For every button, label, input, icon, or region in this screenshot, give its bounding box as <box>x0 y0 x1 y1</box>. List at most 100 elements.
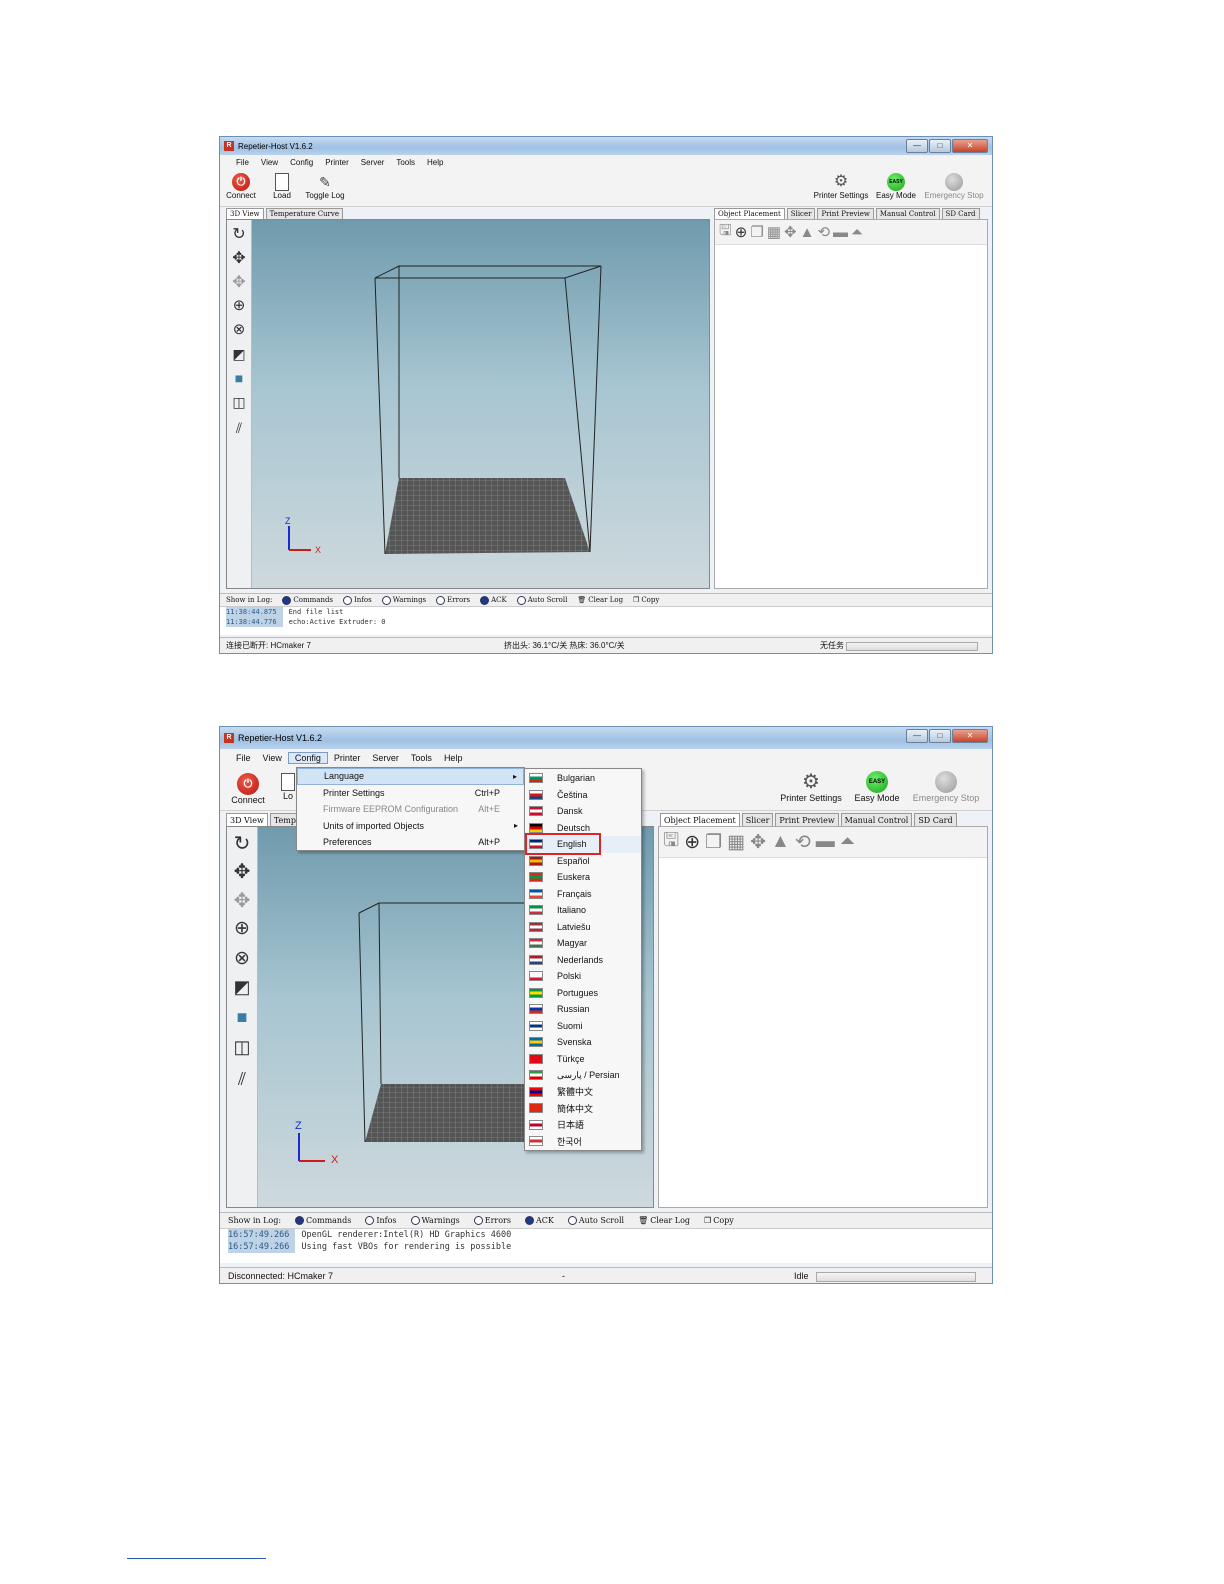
minimize-button[interactable]: — <box>906 729 928 743</box>
printer-settings-button[interactable]: ⚙ Printer Settings <box>812 173 870 200</box>
printer-settings-button[interactable]: ⚙ Printer Settings <box>776 771 846 803</box>
tab-sd-card[interactable]: SD Card <box>914 813 957 826</box>
menu-view[interactable]: View <box>257 753 288 763</box>
tab-3d-view[interactable]: 3D View <box>226 208 264 219</box>
language-latvie-u[interactable]: Latviešu <box>525 919 641 936</box>
language-e-tina[interactable]: Čeština <box>525 787 641 804</box>
menu-help[interactable]: Help <box>421 158 449 167</box>
mirror-icon[interactable]: ⏶ <box>840 831 855 853</box>
autoposition-icon[interactable]: ▦ <box>727 831 745 854</box>
tab-print-preview[interactable]: Print Preview <box>817 208 874 219</box>
language-item[interactable]: 簡体中文 <box>525 1100 641 1117</box>
menu-server[interactable]: Server <box>355 158 391 167</box>
scale-icon[interactable]: ▲ <box>800 224 815 241</box>
tab-slicer[interactable]: Slicer <box>741 813 774 826</box>
mirror-icon[interactable]: ⏶ <box>851 224 863 241</box>
log-filter-errors[interactable]: Errors <box>436 595 470 605</box>
menu-file[interactable]: File <box>230 753 257 763</box>
autoposition-icon[interactable]: ▦ <box>767 223 781 241</box>
language-magyar[interactable]: Magyar <box>525 935 641 952</box>
menu-printer[interactable]: Printer <box>328 753 367 763</box>
maximize-button[interactable]: □ <box>929 729 951 743</box>
language-russian[interactable]: Russian <box>525 1001 641 1018</box>
menu-tools[interactable]: Tools <box>390 158 421 167</box>
3d-view[interactable]: ↻ ✥ ✥ ⊕ ⊗ ◩ ■ ◫ ⫽ Z X <box>226 219 710 589</box>
language-t-rk-e[interactable]: Türkçe <box>525 1051 641 1068</box>
log-filter-infos[interactable]: Infos <box>365 1216 397 1225</box>
copy-icon[interactable]: ❐ <box>705 831 722 854</box>
clear-log-button[interactable]: 🗑 Clear Log <box>577 596 623 604</box>
config-menu-preferences[interactable]: Preferences Alt+P <box>297 834 524 851</box>
log-filter-warnings[interactable]: Warnings <box>381 595 426 605</box>
language-persian[interactable]: پارسی / Persian <box>525 1067 641 1084</box>
log-filter-errors[interactable]: Errors <box>473 1216 511 1225</box>
config-menu-units-of-imported-objects[interactable]: Units of imported Objects ▸ <box>297 818 524 835</box>
cut-icon[interactable]: ▬ <box>816 831 835 853</box>
tab-manual-control[interactable]: Manual Control <box>840 813 913 826</box>
close-button[interactable]: ✕ <box>952 729 988 743</box>
language-item[interactable]: 한국어 <box>525 1133 641 1150</box>
config-menu-printer-settings[interactable]: Printer Settings Ctrl+P <box>297 785 524 802</box>
easy-mode-button[interactable]: EASY Easy Mode <box>874 173 918 200</box>
tab-temperature-curve[interactable]: Temperature Curve <box>265 208 344 219</box>
language-svenska[interactable]: Svenska <box>525 1034 641 1051</box>
language-suomi[interactable]: Suomi <box>525 1018 641 1035</box>
tab-3d-view[interactable]: 3D View <box>226 813 268 826</box>
save-icon[interactable]: 🖫 <box>719 220 732 245</box>
cut-icon[interactable]: ▬ <box>833 224 848 241</box>
tab-sd-card[interactable]: SD Card <box>941 208 980 219</box>
tab-slicer[interactable]: Slicer <box>786 208 816 219</box>
tab-manual-control[interactable]: Manual Control <box>875 208 940 219</box>
log-filter-auto-scroll[interactable]: Auto Scroll <box>567 1216 624 1225</box>
tab-object-placement[interactable]: Object Placement <box>714 208 785 219</box>
language-nederlands[interactable]: Nederlands <box>525 952 641 969</box>
log-filter-commands[interactable]: Commands <box>282 595 333 605</box>
log-filter-commands[interactable]: Commands <box>295 1216 351 1225</box>
language-euskera[interactable]: Euskera <box>525 869 641 886</box>
menu-config[interactable]: Config <box>284 158 319 167</box>
menu-printer[interactable]: Printer <box>319 158 355 167</box>
connect-button[interactable]: ⏻ Connect <box>228 773 268 805</box>
menu-server[interactable]: Server <box>366 753 405 763</box>
add-object-icon[interactable]: ⊕ <box>684 831 700 854</box>
save-icon[interactable]: 🖫 <box>663 826 679 858</box>
language-portugues[interactable]: Portugues <box>525 985 641 1002</box>
load-button[interactable]: Lo <box>278 773 298 801</box>
language-item[interactable]: 繁體中文 <box>525 1084 641 1101</box>
menu-tools[interactable]: Tools <box>405 753 438 763</box>
close-button[interactable]: ✕ <box>952 139 988 153</box>
connect-button[interactable]: ⏻ Connect <box>226 173 256 200</box>
copy-button[interactable]: ❐ Copy <box>633 596 659 604</box>
rotate-object-icon[interactable]: ⟲ <box>817 223 830 241</box>
log-filter-auto-scroll[interactable]: Auto Scroll <box>516 595 567 605</box>
maximize-button[interactable]: □ <box>929 139 951 153</box>
scale-icon[interactable]: ▲ <box>771 831 790 853</box>
menu-view[interactable]: View <box>255 158 284 167</box>
menu-file[interactable]: File <box>230 158 255 167</box>
menu-config[interactable]: Config <box>287 752 328 764</box>
language-bulgarian[interactable]: Bulgarian <box>525 770 641 787</box>
language-item[interactable]: 日本語 <box>525 1117 641 1134</box>
language-italiano[interactable]: Italiano <box>525 902 641 919</box>
log-filter-warnings[interactable]: Warnings <box>410 1216 460 1225</box>
tab-print-preview[interactable]: Print Preview <box>775 813 839 826</box>
language-polski[interactable]: Polski <box>525 968 641 985</box>
load-button[interactable]: Load <box>270 173 294 200</box>
center-icon[interactable]: ✥ <box>784 223 797 241</box>
log-filter-ack[interactable]: ACK <box>480 595 507 605</box>
log-filter-infos[interactable]: Infos <box>343 595 372 605</box>
language-dansk[interactable]: Dansk <box>525 803 641 820</box>
tab-object-placement[interactable]: Object Placement <box>660 813 740 826</box>
easy-mode-button[interactable]: EASY Easy Mode <box>850 771 904 803</box>
clear-log-button[interactable]: 🗑 Clear Log <box>638 1216 690 1225</box>
emergency-stop-button[interactable]: Emergency Stop <box>922 173 986 200</box>
center-icon[interactable]: ✥ <box>750 831 766 854</box>
minimize-button[interactable]: — <box>906 139 928 153</box>
config-menu-language[interactable]: Language ▸ <box>297 768 524 785</box>
toggle-log-button[interactable]: ✎ Toggle Log <box>304 173 346 200</box>
copy-button[interactable]: ❐ Copy <box>704 1216 734 1225</box>
menu-help[interactable]: Help <box>438 753 469 763</box>
copy-icon[interactable]: ❐ <box>750 223 763 241</box>
log-filter-ack[interactable]: ACK <box>524 1216 554 1225</box>
rotate-object-icon[interactable]: ⟲ <box>795 831 811 854</box>
